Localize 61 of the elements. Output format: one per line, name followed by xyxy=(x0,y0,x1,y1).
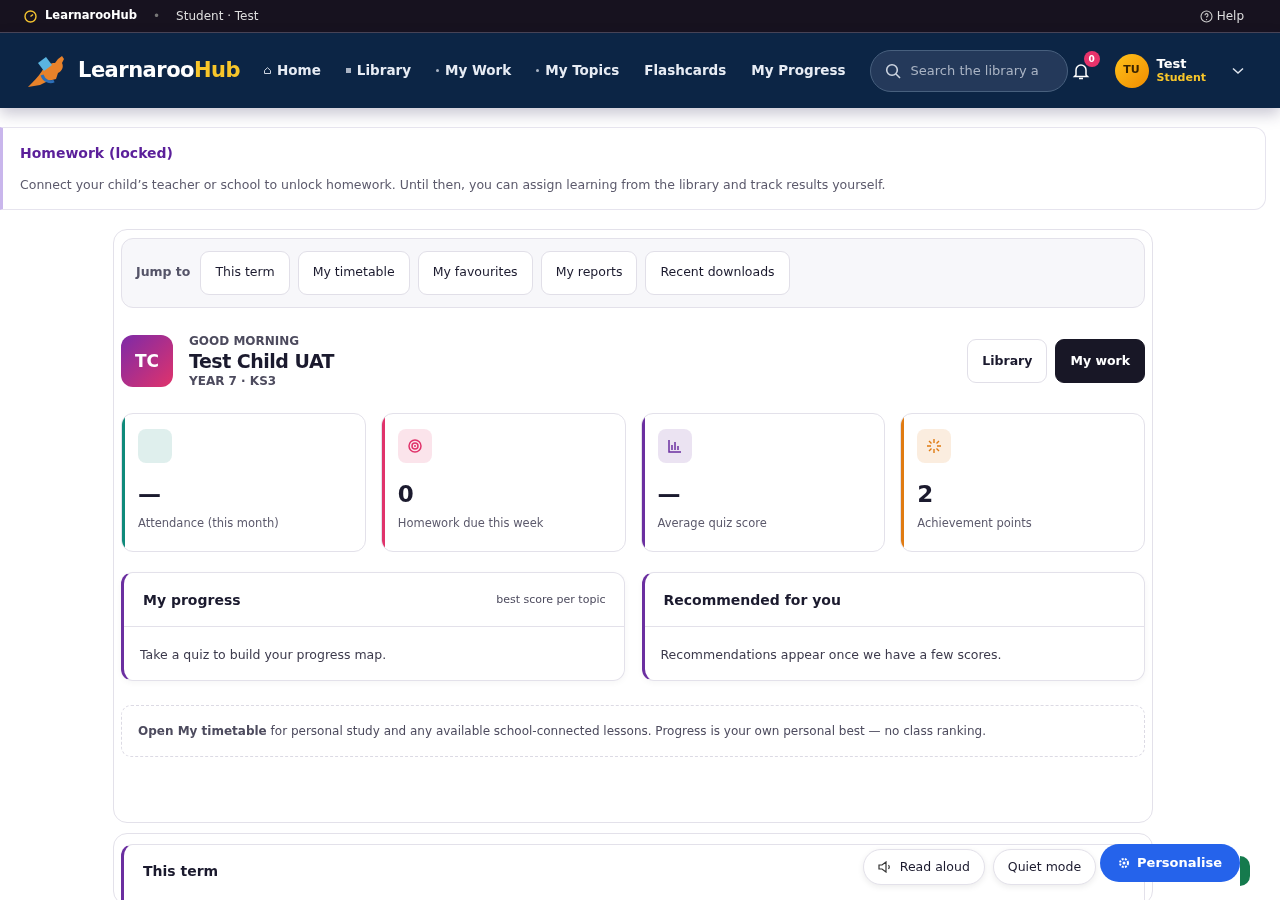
dot-icon xyxy=(536,69,540,72)
stat-label: Average quiz score xyxy=(657,515,768,532)
nav-link[interactable]: My Progress xyxy=(751,60,846,81)
stat-value: — xyxy=(138,481,162,509)
stat-label: Homework due this week xyxy=(397,515,545,532)
child-avatar: TC xyxy=(121,335,173,388)
user-role: Student xyxy=(1156,71,1206,84)
personalise-button[interactable]: Personalise xyxy=(1100,844,1240,882)
child-name: Test Child UAT xyxy=(189,349,335,374)
stat-label: Achievement points xyxy=(917,515,1033,532)
nav-link[interactable]: Flashcards xyxy=(644,60,727,81)
jump-link-button[interactable]: My timetable xyxy=(297,250,410,295)
notice-text: Connect your child’s teacher or school to unlock homework. Until then, you can assign learning from the library and track results yourself. xyxy=(20,175,887,194)
user-name: Test xyxy=(1156,57,1188,72)
notice-title: Homework (locked) xyxy=(20,145,175,162)
speaker-icon xyxy=(877,861,892,873)
nav-link[interactable]: My Topics xyxy=(536,60,620,81)
header-button[interactable]: Library xyxy=(967,339,1048,384)
greeting-kicker: GOOD MORNING xyxy=(189,333,301,350)
dot-icon xyxy=(435,69,439,72)
nav-link[interactable]: My Work xyxy=(435,60,512,81)
help-icon xyxy=(1199,9,1213,23)
separator-dot: • xyxy=(153,8,161,25)
panel-text: Recommendations appear once we have a few scores. xyxy=(659,646,1003,665)
target-icon xyxy=(397,429,432,464)
jump-link-button[interactable]: This term xyxy=(200,250,290,295)
nav-link[interactable]: Home xyxy=(264,60,321,81)
stat-value: 2 xyxy=(917,481,935,509)
tip-text: Open My timetable for personal study and any available school-connected lessons. Progress is your own personal best — no class ranking. xyxy=(138,724,986,739)
header-button[interactable]: My work xyxy=(1055,339,1145,384)
floating-action-button[interactable] xyxy=(1240,856,1250,886)
panel-text: Take a quiz to build your progress map. xyxy=(139,646,388,665)
search-field[interactable]: Search the library a xyxy=(869,49,1068,92)
stat-value: — xyxy=(657,481,682,509)
jump-label: Jump to xyxy=(136,263,191,282)
logo-text: LearnarooHub xyxy=(78,56,241,84)
chevron-down-icon[interactable] xyxy=(1232,66,1244,75)
jump-link-button[interactable]: Recent downloads xyxy=(645,250,790,295)
role-label: Student · Test xyxy=(176,8,259,25)
notification-count: 0 xyxy=(1083,51,1100,68)
panel-title: My progress xyxy=(143,591,241,609)
year-group: YEAR 7 · KS3 xyxy=(189,373,335,390)
panel-note: best score per topic xyxy=(496,591,606,608)
help-link[interactable]: Help xyxy=(1199,7,1244,25)
house-icon xyxy=(264,67,272,74)
user-avatar[interactable]: TU xyxy=(1114,53,1149,88)
quiet-mode-button[interactable]: Quiet mode xyxy=(992,849,1097,885)
section-title: This term xyxy=(143,862,219,880)
search-icon xyxy=(884,62,901,79)
brand-name: LearnarooHub xyxy=(45,7,138,25)
bar-chart-icon xyxy=(657,429,692,464)
read-aloud-button[interactable]: Read aloud xyxy=(862,849,985,885)
nav-link[interactable]: Library xyxy=(345,60,411,81)
jump-link-button[interactable]: My favourites xyxy=(417,250,533,295)
stat-value: 0 xyxy=(397,481,415,509)
panel-title: Recommended for you xyxy=(663,591,841,609)
sparkle-icon xyxy=(917,429,952,464)
gauge-icon xyxy=(24,9,37,23)
jump-link-button[interactable]: My reports xyxy=(540,250,638,295)
stat-label: Attendance (this month) xyxy=(138,515,280,532)
settings-icon xyxy=(1118,857,1131,869)
